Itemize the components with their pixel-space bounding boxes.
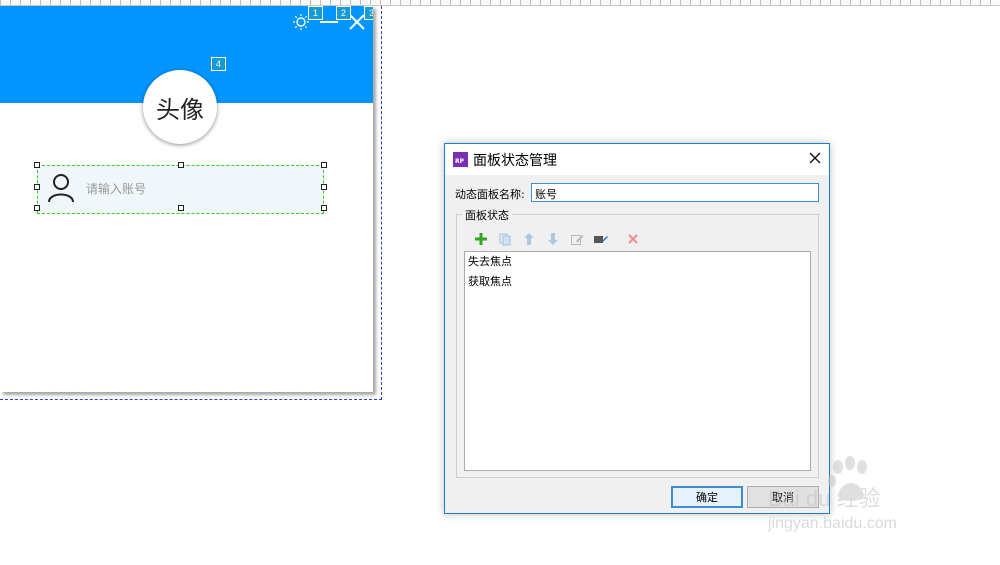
resize-handle[interactable]	[321, 205, 327, 211]
list-item[interactable]: 失去焦点	[467, 255, 808, 275]
resize-handle[interactable]	[178, 205, 184, 211]
edit-all-icon[interactable]	[589, 231, 613, 247]
move-down-icon[interactable]	[541, 231, 565, 247]
duplicate-icon[interactable]	[493, 231, 517, 247]
watermark-brand: Bai du 经验	[768, 486, 881, 511]
states-group-label: 面板状态	[462, 207, 512, 223]
watermark-url: jingyan.baidu.com	[768, 515, 897, 532]
account-input-placeholder: 请输入账号	[86, 182, 147, 196]
panel-name-label: 动态面板名称:	[455, 188, 525, 201]
dialog-title: 面板状态管理	[473, 153, 557, 169]
list-item[interactable]: 获取焦点	[467, 275, 808, 295]
resize-handle[interactable]	[34, 184, 40, 190]
avatar[interactable]: 头像	[143, 70, 217, 144]
dialog-close-icon[interactable]	[807, 150, 823, 166]
badge-1: 1	[308, 6, 323, 20]
resize-handle[interactable]	[178, 162, 184, 168]
badge-2: 2	[336, 6, 351, 20]
panel-name-input[interactable]: 账号	[531, 183, 819, 202]
user-icon	[48, 174, 74, 203]
delete-icon[interactable]	[621, 231, 645, 247]
states-toolbar	[469, 230, 645, 248]
badge-3: 3	[364, 6, 373, 20]
resize-handle[interactable]	[321, 184, 327, 190]
resize-handle[interactable]	[321, 162, 327, 168]
edit-icon[interactable]	[565, 231, 589, 247]
resize-handle[interactable]	[34, 205, 40, 211]
resize-handle[interactable]	[34, 162, 40, 168]
prototype-window: 1 2 3 4 头像 请输入账号	[0, 6, 373, 392]
badge-4: 4	[211, 57, 226, 71]
app-logo: RP	[453, 152, 468, 167]
watermark: Bai du 经验 jingyan.baidu.com	[768, 455, 948, 547]
ok-button[interactable]: 确定	[671, 486, 743, 508]
states-list[interactable]: 失去焦点 获取焦点	[464, 251, 811, 471]
move-up-icon[interactable]	[517, 231, 541, 247]
add-icon[interactable]	[469, 231, 493, 247]
